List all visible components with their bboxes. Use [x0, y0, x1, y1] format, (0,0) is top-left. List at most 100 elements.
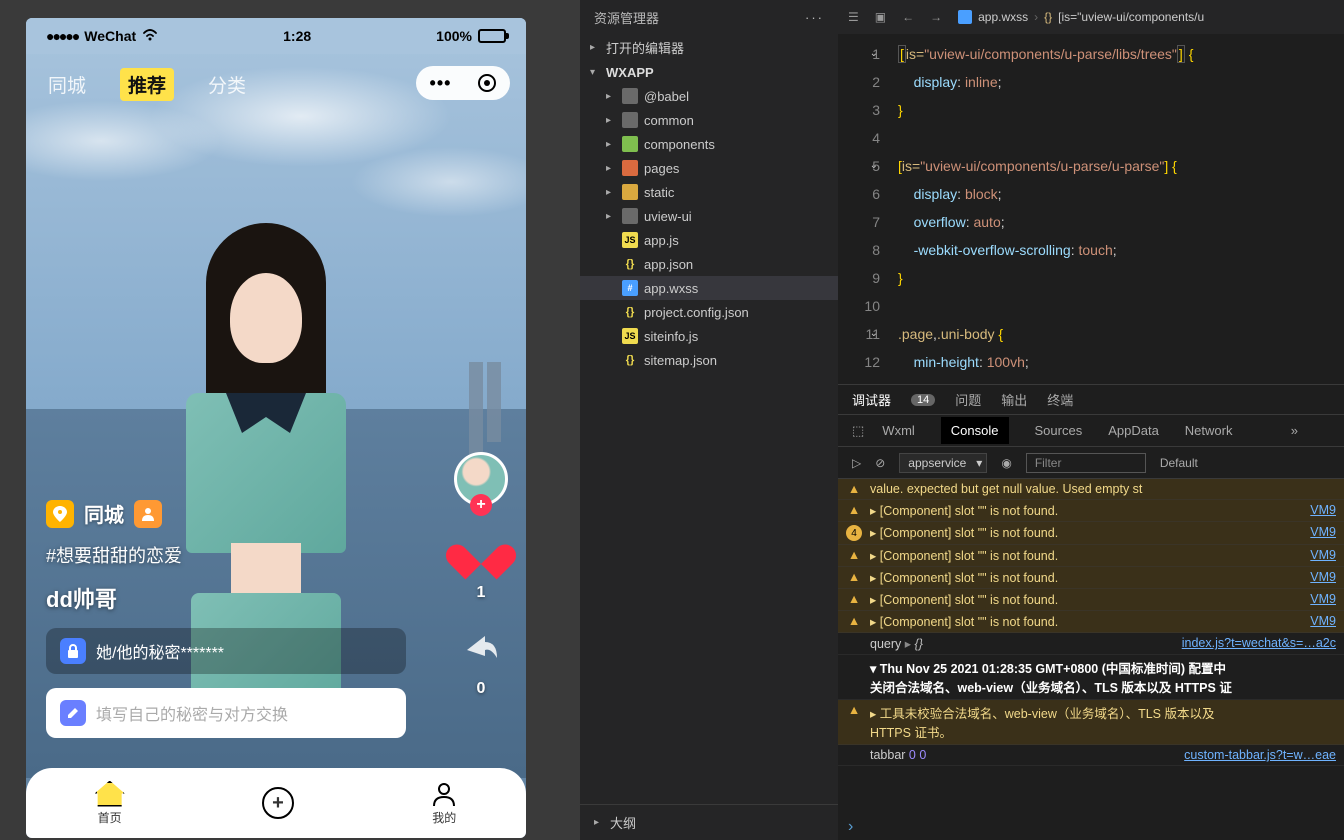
- tabbar-add[interactable]: +: [262, 787, 294, 819]
- console-output[interactable]: ▲value. expected but get null value. Use…: [838, 479, 1344, 814]
- subtab-console[interactable]: Console: [941, 417, 1009, 444]
- carrier-label: WeChat: [84, 28, 136, 44]
- nav-back-icon[interactable]: ←: [902, 10, 914, 24]
- devtools-tab-output[interactable]: 输出: [1001, 390, 1027, 409]
- tree-item-app-js[interactable]: JSapp.js: [580, 228, 838, 252]
- open-editors-section[interactable]: ▸ 打开的编辑器: [580, 34, 838, 61]
- heart-icon: [459, 530, 503, 570]
- console-row: ▲▸ [Component] slot "" is not found.VM9: [838, 611, 1344, 633]
- user-badge-icon: [134, 500, 162, 528]
- user-icon: [431, 781, 457, 807]
- json-file-icon: {}: [622, 352, 638, 368]
- secret-bar[interactable]: 她/他的秘密*******: [46, 628, 406, 674]
- folder-icon: [622, 208, 638, 224]
- inspect-icon[interactable]: ⬚: [852, 423, 864, 439]
- devtools-subtabs: ⬚ Wxml Console Sources AppData Network »: [838, 415, 1344, 447]
- tree-item-@babel[interactable]: ▸@babel: [580, 84, 838, 108]
- console-row: ▲▸ [Component] slot "" is not found.VM9: [838, 545, 1344, 567]
- nav-save-icon[interactable]: ▣: [875, 10, 886, 24]
- devtools-tab-problems[interactable]: 问题: [955, 390, 981, 409]
- console-play-icon[interactable]: ▷: [852, 456, 861, 470]
- status-bar: ●●●●● WeChat 1:28 100%: [26, 18, 526, 54]
- action-rail: + 1 0: [454, 452, 508, 698]
- tree-item-app-wxss[interactable]: #app.wxss: [580, 276, 838, 300]
- capsule-menu-icon[interactable]: •••: [430, 73, 452, 94]
- levels-select[interactable]: Default: [1160, 456, 1198, 470]
- outline-section[interactable]: ▸ 大纲: [580, 804, 838, 840]
- tree-item-sitemap-json[interactable]: {}sitemap.json: [580, 348, 838, 372]
- subtab-sources[interactable]: Sources: [1035, 423, 1083, 438]
- tree-item-static[interactable]: ▸static: [580, 180, 838, 204]
- hashtag-text[interactable]: #想要甜甜的恋爱: [46, 542, 406, 568]
- devtools-tab-debugger[interactable]: 调试器: [852, 390, 891, 409]
- console-row: ▲▸ [Component] slot "" is not found.VM9: [838, 589, 1344, 611]
- subtab-appdata[interactable]: AppData: [1108, 423, 1159, 438]
- explorer-panel: 资源管理器 ··· ▸ 打开的编辑器 ▾ WXAPP ▸@babel▸commo…: [580, 0, 838, 840]
- tree-item-components[interactable]: ▸components: [580, 132, 838, 156]
- tree-item-common[interactable]: ▸common: [580, 108, 838, 132]
- tabbar-home[interactable]: 首页: [95, 781, 125, 826]
- tree-item-uview-ui[interactable]: ▸uview-ui: [580, 204, 838, 228]
- subtab-wxml[interactable]: Wxml: [882, 423, 915, 438]
- capsule-close-icon[interactable]: [478, 74, 496, 92]
- author-avatar[interactable]: +: [454, 452, 508, 506]
- location-label[interactable]: 同城: [84, 499, 124, 528]
- console-row: ▲▸ [Component] slot "" is not found.VM9: [838, 500, 1344, 522]
- console-prompt[interactable]: ›: [838, 814, 1344, 840]
- context-select[interactable]: appservice: [899, 453, 987, 473]
- devtools-badge: 14: [911, 394, 935, 406]
- follow-plus-icon[interactable]: +: [470, 494, 492, 516]
- wxss-file-icon: #: [622, 280, 638, 296]
- editor-breadcrumb[interactable]: app.wxss › {} [is="uview-ui/components/u: [958, 10, 1204, 24]
- filter-input[interactable]: Filter: [1026, 453, 1146, 473]
- console-clear-icon[interactable]: ⊘: [875, 456, 885, 470]
- battery-icon: [478, 29, 506, 43]
- wechat-capsule[interactable]: •••: [416, 66, 510, 100]
- tab-category[interactable]: 分类: [208, 71, 246, 98]
- js-file-icon: JS: [622, 328, 638, 344]
- tree-item-project-config-json[interactable]: {}project.config.json: [580, 300, 838, 324]
- console-row: 4▸ [Component] slot "" is not found.VM9: [838, 522, 1344, 545]
- folder-icon: [622, 160, 638, 176]
- plus-icon: +: [262, 787, 294, 819]
- like-button[interactable]: [459, 530, 503, 570]
- folder-icon: [622, 112, 638, 128]
- nav-menu-icon[interactable]: ☰: [848, 10, 859, 24]
- explorer-more-icon[interactable]: ···: [805, 10, 824, 25]
- signal-dots: ●●●●●: [46, 28, 78, 44]
- subtab-network[interactable]: Network: [1185, 423, 1233, 438]
- like-count: 1: [477, 584, 486, 602]
- devtools-tab-terminal[interactable]: 终端: [1047, 390, 1073, 409]
- tree-item-siteinfo-js[interactable]: JSsiteinfo.js: [580, 324, 838, 348]
- console-row: query ▸ {}index.js?t=wechat&s=…a2c: [838, 633, 1344, 655]
- tab-local[interactable]: 同城: [48, 71, 86, 98]
- folder-icon: [622, 136, 638, 152]
- tabbar-mine[interactable]: 我的: [431, 781, 457, 826]
- battery-percent: 100%: [436, 28, 472, 44]
- eye-icon[interactable]: ◉: [1001, 456, 1011, 470]
- wxss-file-icon: [958, 10, 972, 24]
- code-editor[interactable]: 1⌄2345⌄67891011⌄12 [is="uview-ui/compone…: [838, 34, 1344, 384]
- secret-input[interactable]: 填写自己的秘密与对方交换: [46, 688, 406, 738]
- console-row: ▲▸ [Component] slot "" is not found.VM9: [838, 567, 1344, 589]
- console-row: ▲▸ 工具未校验合法域名、web-view（业务域名）、TLS 版本以及 HTT…: [838, 700, 1344, 745]
- nav-forward-icon[interactable]: →: [930, 10, 942, 24]
- console-row: tabbar 0 0custom-tabbar.js?t=w…eae: [838, 745, 1344, 766]
- lock-icon: [60, 638, 86, 664]
- explorer-title: 资源管理器: [594, 8, 659, 27]
- author-name[interactable]: dd帅哥: [46, 582, 406, 614]
- home-icon: [95, 781, 125, 807]
- phone-simulator: ●●●●● WeChat 1:28 100% 同城 推荐 分类 •••: [26, 18, 526, 838]
- tree-item-app-json[interactable]: {}app.json: [580, 252, 838, 276]
- folder-icon: [622, 88, 638, 104]
- share-count: 0: [477, 680, 486, 698]
- secret-text: 她/他的秘密*******: [96, 639, 224, 663]
- tab-recommend[interactable]: 推荐: [120, 68, 174, 101]
- subtab-more-icon[interactable]: »: [1291, 423, 1298, 438]
- input-placeholder: 填写自己的秘密与对方交换: [96, 701, 288, 725]
- feed-overlay: 同城 #想要甜甜的恋爱 dd帅哥 她/他的秘密******* 填写自己的秘密与对…: [46, 499, 406, 738]
- tree-item-pages[interactable]: ▸pages: [580, 156, 838, 180]
- share-button[interactable]: [461, 626, 501, 666]
- tabbar: 首页 + 我的: [26, 768, 526, 838]
- project-root[interactable]: ▾ WXAPP: [580, 61, 838, 84]
